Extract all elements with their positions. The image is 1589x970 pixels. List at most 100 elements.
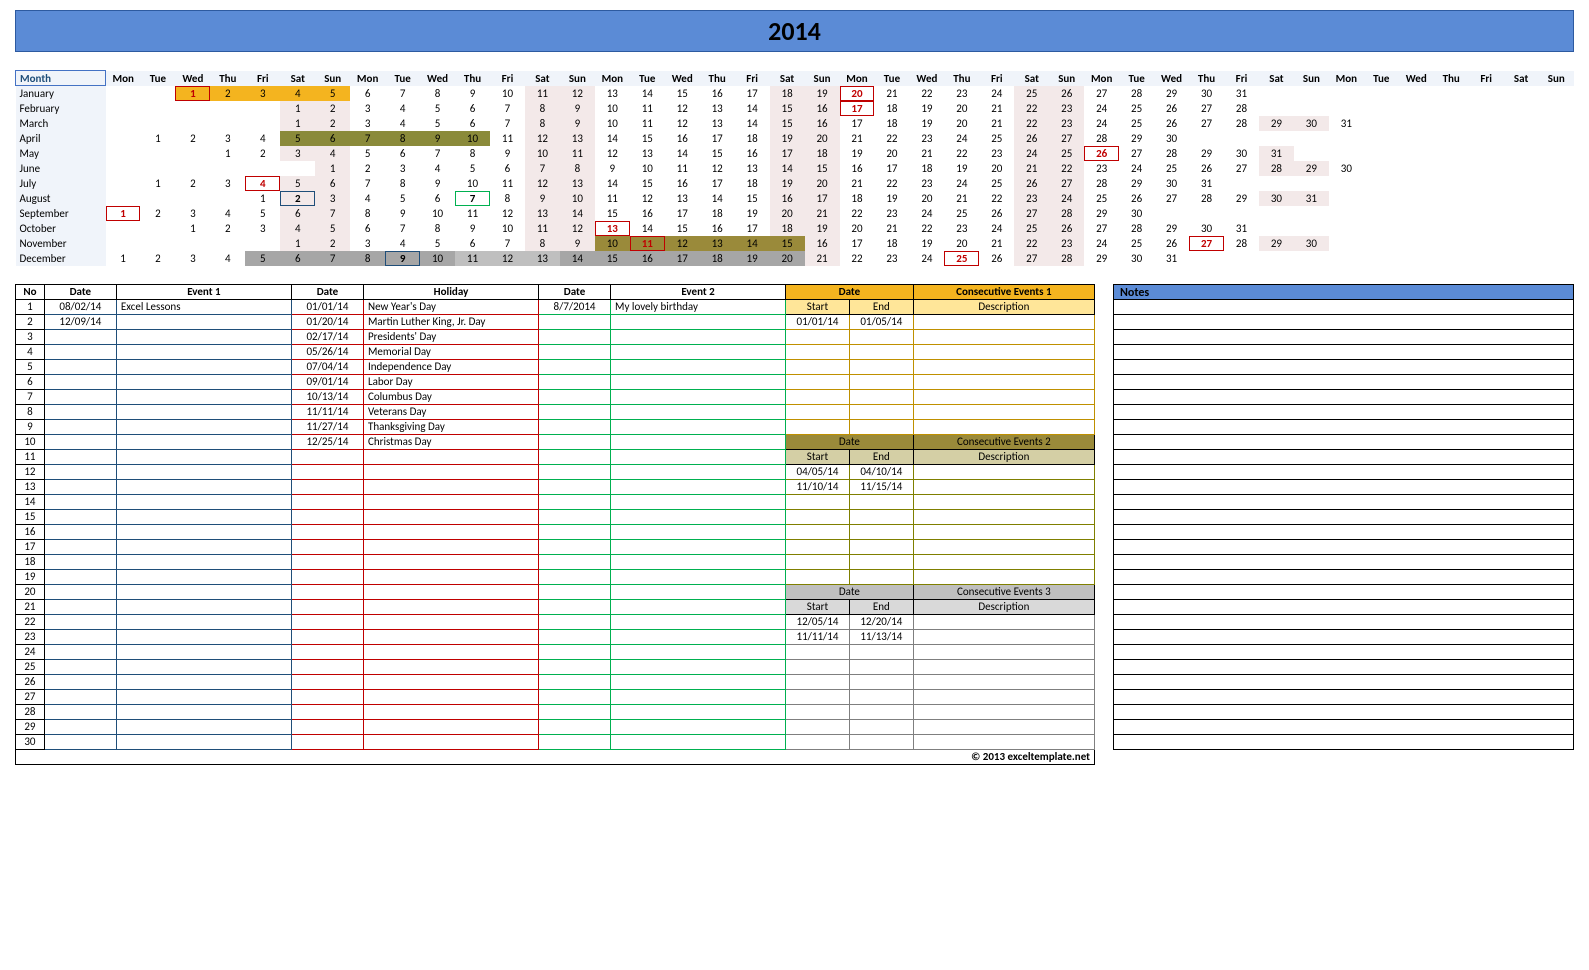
holiday-name[interactable]	[363, 449, 538, 464]
event2-name[interactable]	[611, 719, 786, 734]
holiday-name[interactable]	[363, 659, 538, 674]
ce-end[interactable]	[849, 389, 913, 404]
event2-date[interactable]	[538, 314, 610, 329]
event2-date[interactable]	[538, 539, 610, 554]
notes-row[interactable]	[1113, 660, 1574, 675]
event1-name[interactable]	[116, 329, 291, 344]
holiday-name[interactable]	[363, 719, 538, 734]
event2-date[interactable]	[538, 374, 610, 389]
event1-date[interactable]	[44, 689, 116, 704]
holiday-date[interactable]	[291, 599, 363, 614]
holiday-name[interactable]: Martin Luther King, Jr. Day	[363, 314, 538, 329]
event1-date[interactable]	[44, 644, 116, 659]
event1-date[interactable]	[44, 719, 116, 734]
holiday-name[interactable]	[363, 494, 538, 509]
event1-date[interactable]: 08/02/14	[44, 299, 116, 314]
event1-date[interactable]	[44, 539, 116, 554]
ce-start[interactable]	[786, 374, 850, 389]
ce-start[interactable]	[786, 569, 850, 584]
notes-row[interactable]	[1113, 705, 1574, 720]
event1-name[interactable]	[116, 479, 291, 494]
ce-desc[interactable]	[913, 644, 1094, 659]
ce-start[interactable]	[786, 329, 850, 344]
event2-name[interactable]	[611, 419, 786, 434]
event2-date[interactable]	[538, 674, 610, 689]
event2-name[interactable]	[611, 434, 786, 449]
event2-name[interactable]	[611, 449, 786, 464]
ce-desc[interactable]	[913, 329, 1094, 344]
event1-name[interactable]	[116, 314, 291, 329]
ce-end[interactable]	[849, 524, 913, 539]
event1-name[interactable]	[116, 404, 291, 419]
event2-name[interactable]	[611, 704, 786, 719]
ce-desc[interactable]	[913, 704, 1094, 719]
event2-name[interactable]	[611, 464, 786, 479]
ce-end[interactable]	[849, 509, 913, 524]
ce-end[interactable]	[849, 689, 913, 704]
event1-date[interactable]	[44, 464, 116, 479]
notes-row[interactable]	[1113, 645, 1574, 660]
event2-name[interactable]	[611, 539, 786, 554]
event2-name[interactable]	[611, 314, 786, 329]
ce-start[interactable]	[786, 704, 850, 719]
event2-date[interactable]	[538, 344, 610, 359]
ce-desc[interactable]	[913, 524, 1094, 539]
holiday-name[interactable]: Thanksgiving Day	[363, 419, 538, 434]
event2-name[interactable]	[611, 614, 786, 629]
event1-name[interactable]	[116, 359, 291, 374]
ce-start[interactable]	[786, 359, 850, 374]
ce-start[interactable]	[786, 674, 850, 689]
event2-date[interactable]	[538, 449, 610, 464]
holiday-name[interactable]	[363, 569, 538, 584]
holiday-date[interactable]	[291, 494, 363, 509]
ce-start[interactable]	[786, 659, 850, 674]
ce-desc[interactable]	[913, 479, 1094, 494]
notes-row[interactable]	[1113, 570, 1574, 585]
event1-date[interactable]: 12/09/14	[44, 314, 116, 329]
event2-name[interactable]	[611, 689, 786, 704]
ce-desc[interactable]	[913, 419, 1094, 434]
notes-row[interactable]	[1113, 390, 1574, 405]
ce-start[interactable]	[786, 509, 850, 524]
holiday-name[interactable]: Columbus Day	[363, 389, 538, 404]
ce-end[interactable]	[849, 659, 913, 674]
event2-name[interactable]	[611, 584, 786, 599]
ce-start[interactable]	[786, 689, 850, 704]
holiday-date[interactable]	[291, 719, 363, 734]
ce-start[interactable]	[786, 554, 850, 569]
event1-name[interactable]	[116, 614, 291, 629]
ce-desc[interactable]	[913, 659, 1094, 674]
ce-end[interactable]	[849, 404, 913, 419]
event1-name[interactable]: Excel Lessons	[116, 299, 291, 314]
holiday-date[interactable]	[291, 569, 363, 584]
ce-desc[interactable]	[913, 719, 1094, 734]
event1-name[interactable]	[116, 734, 291, 749]
notes-row[interactable]	[1113, 300, 1574, 315]
ce-start[interactable]	[786, 539, 850, 554]
holiday-name[interactable]	[363, 674, 538, 689]
event1-date[interactable]	[44, 479, 116, 494]
holiday-date[interactable]	[291, 509, 363, 524]
holiday-date[interactable]	[291, 674, 363, 689]
event1-name[interactable]	[116, 554, 291, 569]
holiday-date[interactable]: 05/26/14	[291, 344, 363, 359]
event2-name[interactable]	[611, 344, 786, 359]
notes-row[interactable]	[1113, 330, 1574, 345]
event1-date[interactable]	[44, 374, 116, 389]
event1-date[interactable]	[44, 509, 116, 524]
holiday-date[interactable]	[291, 689, 363, 704]
holiday-date[interactable]	[291, 629, 363, 644]
event1-date[interactable]	[44, 599, 116, 614]
event2-name[interactable]	[611, 479, 786, 494]
event1-date[interactable]	[44, 629, 116, 644]
notes-row[interactable]	[1113, 585, 1574, 600]
event1-date[interactable]	[44, 359, 116, 374]
event1-name[interactable]	[116, 599, 291, 614]
event2-date[interactable]	[538, 479, 610, 494]
ce-start[interactable]: 04/05/14	[786, 464, 850, 479]
ce-desc[interactable]	[913, 314, 1094, 329]
event1-date[interactable]	[44, 554, 116, 569]
notes-row[interactable]	[1113, 450, 1574, 465]
holiday-date[interactable]: 07/04/14	[291, 359, 363, 374]
notes-row[interactable]	[1113, 435, 1574, 450]
